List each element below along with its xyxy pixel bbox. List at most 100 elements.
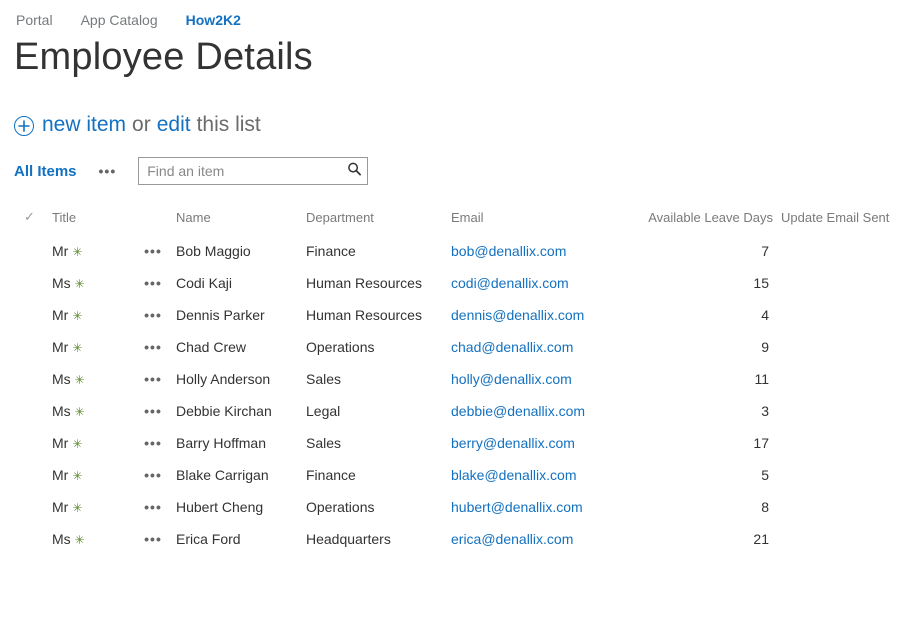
row-title: Mr bbox=[52, 307, 68, 323]
new-item-icon: ✳ bbox=[75, 533, 85, 547]
view-toolbar: All Items ••• bbox=[14, 157, 886, 185]
new-item-icon: ✳ bbox=[75, 277, 85, 291]
new-item-icon: ✳ bbox=[72, 469, 82, 483]
row-leave-days: 7 bbox=[637, 235, 777, 267]
row-leave-days: 15 bbox=[637, 267, 777, 299]
breadcrumb-item-app-catalog[interactable]: App Catalog bbox=[81, 12, 158, 28]
row-department: Finance bbox=[302, 459, 447, 491]
row-department: Human Resources bbox=[302, 267, 447, 299]
row-name: Barry Hoffman bbox=[172, 427, 302, 459]
row-department: Operations bbox=[302, 491, 447, 523]
search-box bbox=[138, 157, 368, 185]
row-title: Mr bbox=[52, 499, 68, 515]
row-email-link[interactable]: codi@denallix.com bbox=[451, 275, 569, 291]
row-department: Sales bbox=[302, 363, 447, 395]
row-name: Hubert Cheng bbox=[172, 491, 302, 523]
new-item-link[interactable]: new item bbox=[42, 113, 126, 137]
search-input[interactable] bbox=[138, 157, 368, 185]
row-update-sent bbox=[777, 491, 897, 523]
row-email-link[interactable]: debbie@denallix.com bbox=[451, 403, 585, 419]
row-department: Headquarters bbox=[302, 523, 447, 555]
row-menu-icon[interactable]: ••• bbox=[138, 371, 168, 387]
view-more-icon[interactable]: ••• bbox=[99, 163, 117, 179]
table-row[interactable]: Ms✳•••Holly AndersonSalesholly@denallix.… bbox=[14, 363, 897, 395]
row-menu-icon[interactable]: ••• bbox=[138, 307, 168, 323]
row-update-sent bbox=[777, 427, 897, 459]
table-row[interactable]: Mr✳•••Hubert ChengOperationshubert@denal… bbox=[14, 491, 897, 523]
row-leave-days: 4 bbox=[637, 299, 777, 331]
row-menu-icon[interactable]: ••• bbox=[138, 275, 168, 291]
row-email-link[interactable]: dennis@denallix.com bbox=[451, 307, 584, 323]
row-name: Bob Maggio bbox=[172, 235, 302, 267]
row-name: Chad Crew bbox=[172, 331, 302, 363]
table-row[interactable]: Ms ✳ •••Erica FordHeadquarterserica@denall… bbox=[14, 523, 897, 555]
table-row[interactable]: Mr ✳ •••Bob MaggioFinancebob@denallix.com 7 bbox=[14, 235, 897, 267]
page-title: Employee Details bbox=[14, 36, 886, 79]
row-leave-days: 9 bbox=[637, 331, 777, 363]
row-title: Ms bbox=[52, 371, 71, 387]
column-header-leave-days[interactable]: Available Leave Days bbox=[637, 203, 777, 235]
select-all-icon[interactable]: ✓ bbox=[18, 209, 35, 225]
row-update-sent bbox=[777, 299, 897, 331]
row-menu-icon[interactable]: ••• bbox=[138, 403, 168, 419]
table-row[interactable]: Ms ✳ •••Codi KajiHuman Resourcescodi@denal… bbox=[14, 267, 897, 299]
row-email-link[interactable]: hubert@denallix.com bbox=[451, 499, 583, 515]
row-menu-icon[interactable]: ••• bbox=[138, 339, 168, 355]
column-header-name[interactable]: Name bbox=[172, 203, 302, 235]
row-department: Legal bbox=[302, 395, 447, 427]
row-menu-icon[interactable]: ••• bbox=[138, 243, 168, 259]
breadcrumb-item-portal[interactable]: Portal bbox=[16, 12, 53, 28]
table-row[interactable]: Mr✳•••Chad CrewOperationschad@denallix.c… bbox=[14, 331, 897, 363]
column-header-title[interactable]: Title bbox=[48, 203, 134, 235]
row-title: Ms bbox=[52, 275, 71, 291]
table-row[interactable]: Mr✳•••Blake CarriganFinanceblake@denalli… bbox=[14, 459, 897, 491]
new-item-icon: ✳ bbox=[72, 341, 82, 355]
row-leave-days: 17 bbox=[637, 427, 777, 459]
row-title: Mr bbox=[52, 435, 68, 451]
row-name: Dennis Parker bbox=[172, 299, 302, 331]
row-email-link[interactable]: bob@denallix.com bbox=[451, 243, 566, 259]
breadcrumb-item-current[interactable]: How2K2 bbox=[186, 12, 241, 28]
new-item-icon: ✳ bbox=[75, 405, 85, 419]
row-menu-icon[interactable]: ••• bbox=[138, 435, 168, 451]
row-leave-days: 21 bbox=[637, 523, 777, 555]
row-email-link[interactable]: berry@denallix.com bbox=[451, 435, 575, 451]
view-all-items[interactable]: All Items bbox=[14, 163, 77, 180]
row-menu-icon[interactable]: ••• bbox=[138, 499, 168, 515]
row-name: Codi Kaji bbox=[172, 267, 302, 299]
row-title: Ms bbox=[52, 403, 71, 419]
row-leave-days: 8 bbox=[637, 491, 777, 523]
row-menu-icon[interactable]: ••• bbox=[138, 531, 168, 547]
row-menu-icon[interactable]: ••• bbox=[138, 467, 168, 483]
row-leave-days: 3 bbox=[637, 395, 777, 427]
row-update-sent bbox=[777, 235, 897, 267]
row-department: Finance bbox=[302, 235, 447, 267]
or-text: or bbox=[132, 113, 151, 137]
table-row[interactable]: Mr✳•••Barry HoffmanSalesberry@denallix.c… bbox=[14, 427, 897, 459]
row-leave-days: 11 bbox=[637, 363, 777, 395]
new-item-icon: ✳ bbox=[72, 245, 82, 259]
employee-table: ✓ Title Name Department Email Available … bbox=[14, 203, 897, 555]
plus-circle-icon[interactable] bbox=[14, 116, 34, 136]
new-item-bar: new item or edit this list bbox=[14, 113, 886, 137]
row-name: Erica Ford bbox=[172, 523, 302, 555]
edit-link[interactable]: edit bbox=[157, 113, 191, 137]
row-email-link[interactable]: blake@denallix.com bbox=[451, 467, 577, 483]
column-header-department[interactable]: Department bbox=[302, 203, 447, 235]
column-header-email[interactable]: Email bbox=[447, 203, 637, 235]
row-department: Human Resources bbox=[302, 299, 447, 331]
row-update-sent bbox=[777, 267, 897, 299]
row-leave-days: 5 bbox=[637, 459, 777, 491]
table-row[interactable]: Ms✳•••Debbie KirchanLegaldebbie@denallix… bbox=[14, 395, 897, 427]
row-email-link[interactable]: holly@denallix.com bbox=[451, 371, 572, 387]
row-title: Mr bbox=[52, 467, 68, 483]
row-email-link[interactable]: erica@denallix.com bbox=[451, 531, 573, 547]
row-title: Mr bbox=[52, 339, 68, 355]
table-row[interactable]: Mr✳•••Dennis ParkerHuman Resourcesdennis… bbox=[14, 299, 897, 331]
row-email-link[interactable]: chad@denallix.com bbox=[451, 339, 573, 355]
column-header-update-sent[interactable]: Update Email Sent bbox=[777, 203, 897, 235]
row-title: Mr bbox=[52, 243, 68, 259]
row-update-sent bbox=[777, 523, 897, 555]
row-title: Ms bbox=[52, 531, 71, 547]
search-icon[interactable] bbox=[347, 162, 362, 181]
